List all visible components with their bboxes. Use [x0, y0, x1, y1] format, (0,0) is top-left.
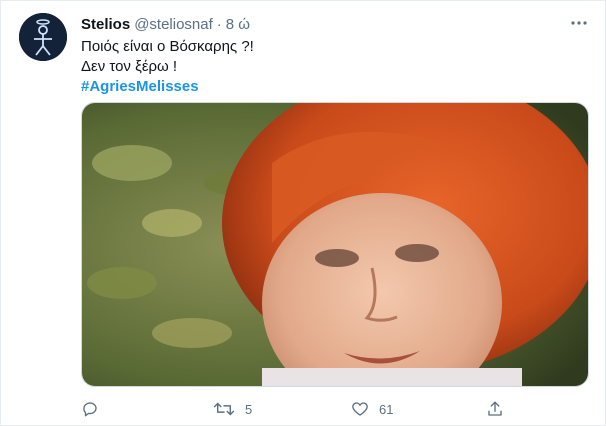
tweet-line-1: Ποιός είναι ο Βόσκαρης ?!: [81, 38, 254, 55]
retweet-icon: [213, 402, 235, 416]
tweet-time[interactable]: 8 ώ: [226, 16, 250, 33]
woman-portrait-photo: [82, 103, 588, 386]
share-button[interactable]: [486, 399, 514, 419]
author-name[interactable]: Stelios: [81, 16, 130, 33]
tweet-header: Stelios @steliosnaf · 8 ώ: [81, 14, 589, 34]
like-button[interactable]: 61: [351, 399, 393, 419]
more-button[interactable]: [569, 13, 589, 33]
stick-figure-avatar-icon: [19, 13, 67, 61]
avatar[interactable]: [19, 13, 67, 61]
tweet-text: Ποιός είναι ο Βόσκαρης ?! Δεν τον ξέρω !…: [81, 37, 581, 97]
share-icon: [488, 401, 502, 416]
author-handle[interactable]: @steliosnaf: [134, 16, 213, 33]
separator-dot: ·: [216, 15, 222, 33]
like-count: 61: [379, 401, 394, 417]
heart-icon: [352, 402, 368, 416]
tweet-actions: 5 61: [81, 399, 511, 419]
reply-icon: [83, 402, 97, 417]
tweet-card[interactable]: Stelios @steliosnaf · 8 ώ Ποιός είναι ο …: [0, 0, 606, 426]
retweet-button[interactable]: 5: [213, 399, 252, 419]
retweet-count: 5: [245, 401, 253, 417]
more-icon: [571, 21, 587, 25]
tweet-line-2: Δεν τον ξέρω !: [81, 58, 178, 75]
tweet-photo[interactable]: [81, 102, 589, 387]
reply-button[interactable]: [81, 399, 109, 419]
hashtag-link[interactable]: #AgriesMelisses: [81, 77, 581, 97]
